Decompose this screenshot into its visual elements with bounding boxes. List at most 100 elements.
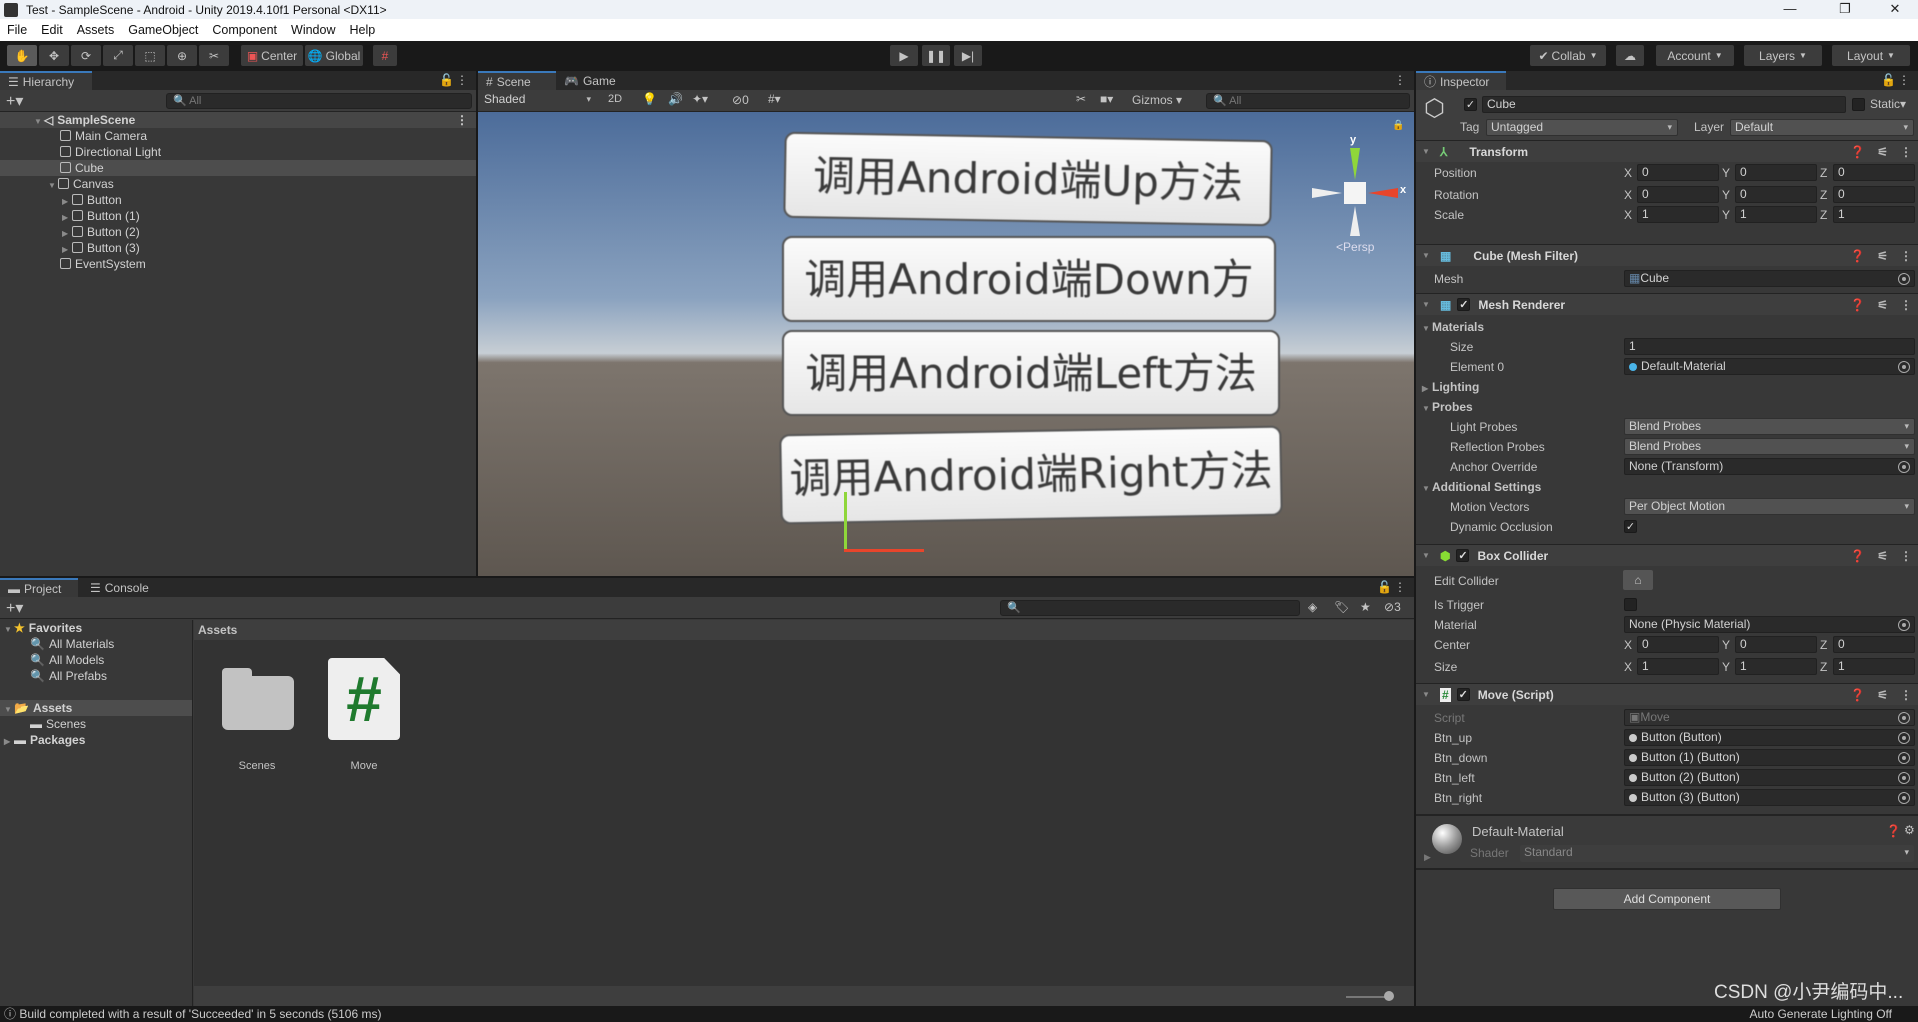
probes-foldout[interactable]: ▼ Probes bbox=[1416, 398, 1918, 416]
cloud-button[interactable]: ☁ bbox=[1616, 45, 1644, 66]
hierarchy-search-input[interactable]: 🔍 All bbox=[166, 93, 472, 109]
gizmo-neg-y-cone[interactable] bbox=[1350, 206, 1360, 236]
add-component-button[interactable]: Add Component bbox=[1553, 888, 1781, 910]
lock-icon[interactable]: 🔓 bbox=[439, 73, 454, 87]
expand-triangle-icon[interactable]: ▼ bbox=[1422, 251, 1432, 260]
hierarchy-scene-row[interactable]: ▼ ◁ SampleScene ⋮ bbox=[0, 112, 476, 128]
shading-mode-dropdown[interactable]: Shaded bbox=[480, 92, 596, 109]
menu-assets[interactable]: Assets bbox=[70, 23, 122, 37]
play-button[interactable]: ▶ bbox=[890, 45, 918, 66]
auto-lighting-status[interactable]: Auto Generate Lighting Off bbox=[1749, 1006, 1892, 1022]
expand-triangle-icon[interactable]: ▼ bbox=[1422, 480, 1432, 498]
size-x-input[interactable]: 1 bbox=[1637, 658, 1719, 675]
pause-button[interactable]: ❚❚ bbox=[922, 45, 950, 66]
reflection-probes-dropdown[interactable]: Blend Probes bbox=[1624, 438, 1915, 455]
assets-row[interactable]: ▼ 📂 Assets bbox=[0, 700, 192, 716]
audio-toggle-icon[interactable]: 🔊 bbox=[668, 92, 683, 106]
ui-button-down[interactable]: 调用Android端Down方法 bbox=[782, 236, 1276, 388]
menu-component[interactable]: Component bbox=[205, 23, 284, 37]
object-picker-icon[interactable] bbox=[1898, 792, 1910, 804]
position-x-input[interactable]: 0 bbox=[1637, 164, 1719, 181]
hand-tool-button[interactable]: ✋ bbox=[7, 45, 37, 66]
gizmo-x-axis[interactable] bbox=[844, 549, 924, 552]
filter-by-label-icon[interactable]: 🏷 bbox=[1334, 600, 1349, 614]
rotation-y-input[interactable]: 0 bbox=[1735, 186, 1817, 203]
lighting-foldout[interactable]: ▶ Lighting bbox=[1416, 378, 1918, 396]
grid-toggle-icon[interactable]: #▾ bbox=[768, 92, 781, 106]
presets-icon[interactable]: ⚟ bbox=[1877, 688, 1888, 702]
collab-dropdown[interactable]: ✔ Collab ▼ bbox=[1530, 45, 1606, 66]
tab-game[interactable]: 🎮 Game bbox=[556, 71, 630, 90]
scale-tool-button[interactable]: ⤢ bbox=[103, 45, 133, 66]
tools-icon[interactable]: ✂ bbox=[1076, 92, 1086, 106]
transform-tool-button[interactable]: ⊕ bbox=[167, 45, 197, 66]
position-z-input[interactable]: 0 bbox=[1833, 164, 1915, 181]
expand-triangle-icon[interactable]: ▼ bbox=[1422, 551, 1432, 560]
ui-button-right[interactable]: 调用Android端Right方法 bbox=[779, 425, 1283, 525]
help-icon[interactable]: ❓ bbox=[1850, 688, 1865, 702]
hierarchy-item[interactable]: ▶ Button (1) bbox=[0, 208, 476, 224]
account-dropdown[interactable]: Account ▼ bbox=[1656, 45, 1734, 66]
more-icon[interactable]: ⋮ bbox=[1394, 580, 1406, 594]
layer-dropdown[interactable]: Default bbox=[1730, 119, 1914, 136]
rotation-x-input[interactable]: 0 bbox=[1637, 186, 1719, 203]
hierarchy-item[interactable]: ▶ Button bbox=[0, 192, 476, 208]
element0-object-field[interactable]: Default-Material bbox=[1624, 358, 1915, 375]
center-y-input[interactable]: 0 bbox=[1735, 636, 1817, 653]
hierarchy-item[interactable]: EventSystem bbox=[0, 256, 476, 272]
edit-collider-button[interactable]: ⌂ bbox=[1623, 570, 1653, 590]
custom-tool-button[interactable]: ✂ bbox=[199, 45, 229, 66]
additional-settings-foldout[interactable]: ▼ Additional Settings bbox=[1416, 478, 1918, 496]
menu-edit[interactable]: Edit bbox=[34, 23, 70, 37]
size-z-input[interactable]: 1 bbox=[1833, 658, 1915, 675]
enabled-checkbox[interactable]: ✓ bbox=[1457, 298, 1471, 311]
orientation-gizmo[interactable] bbox=[1344, 182, 1366, 204]
tab-scene[interactable]: # Scene bbox=[478, 71, 556, 90]
object-picker-icon[interactable] bbox=[1898, 752, 1910, 764]
object-picker-icon[interactable] bbox=[1898, 361, 1910, 373]
tab-hierarchy[interactable]: ☰ Hierarchy bbox=[0, 71, 92, 90]
more-icon[interactable]: ⋮ bbox=[1900, 688, 1912, 702]
camera-dropdown-icon[interactable]: ■▾ bbox=[1100, 92, 1113, 106]
box-collider-header[interactable]: ▼ ⬢ ✓ Box Collider ❓ ⚟ ⋮ bbox=[1416, 544, 1918, 566]
more-icon[interactable]: ⋮ bbox=[1900, 249, 1912, 263]
expand-triangle-icon[interactable]: ▼ bbox=[1422, 690, 1432, 699]
close-button[interactable]: ✕ bbox=[1875, 0, 1915, 19]
2d-toggle[interactable]: 2D bbox=[608, 93, 622, 105]
gizmo-x-cone[interactable] bbox=[1368, 188, 1398, 198]
anchor-override-field[interactable]: None (Transform) bbox=[1624, 458, 1915, 475]
lock-icon[interactable]: 🔒 bbox=[1392, 120, 1404, 131]
create-plus-button[interactable]: +▾ bbox=[6, 91, 23, 111]
gizmos-dropdown[interactable]: Gizmos ▾ bbox=[1132, 93, 1182, 107]
step-button[interactable]: ▶| bbox=[954, 45, 982, 66]
scale-y-input[interactable]: 1 bbox=[1735, 206, 1817, 223]
gizmo-neg-x-cone[interactable] bbox=[1312, 188, 1342, 198]
ui-button-left[interactable]: 调用Android端Left方法 bbox=[782, 330, 1280, 416]
gizmo-y-cone[interactable] bbox=[1350, 148, 1360, 180]
presets-icon[interactable]: ⚟ bbox=[1877, 145, 1888, 159]
hierarchy-item[interactable]: ▼ Canvas bbox=[0, 176, 476, 192]
btn-left-field[interactable]: Button (2) (Button) bbox=[1624, 769, 1915, 786]
scene-viewport[interactable]: 调用Android端Up方法 调用Android端Down方法 调用Androi… bbox=[478, 112, 1414, 576]
scale-x-input[interactable]: 1 bbox=[1637, 206, 1719, 223]
more-icon[interactable]: ⋮ bbox=[1900, 145, 1912, 159]
dynamic-occlusion-checkbox[interactable]: ✓ bbox=[1624, 520, 1637, 533]
enabled-checkbox[interactable]: ✓ bbox=[1456, 549, 1470, 562]
object-picker-icon[interactable] bbox=[1898, 461, 1910, 473]
position-y-input[interactable]: 0 bbox=[1735, 164, 1817, 181]
menu-window[interactable]: Window bbox=[284, 23, 342, 37]
move-script-header[interactable]: ▼ # ✓ Move (Script) ❓ ⚟ ⋮ bbox=[1416, 683, 1918, 705]
rotation-z-input[interactable]: 0 bbox=[1833, 186, 1915, 203]
more-icon[interactable]: ⋮ bbox=[1900, 549, 1912, 563]
settings-gear-icon[interactable]: ⚙ bbox=[1904, 823, 1915, 837]
snap-button[interactable]: # bbox=[373, 45, 397, 66]
create-plus-button[interactable]: +▾ bbox=[6, 598, 23, 618]
collapse-triangle-icon[interactable]: ▶ bbox=[1422, 380, 1432, 398]
object-name-input[interactable]: Cube bbox=[1482, 96, 1846, 113]
expand-triangle-icon[interactable]: ▼ bbox=[1422, 320, 1432, 338]
help-icon[interactable]: ❓ bbox=[1850, 249, 1865, 263]
help-icon[interactable]: ❓ bbox=[1886, 824, 1901, 838]
presets-icon[interactable]: ⚟ bbox=[1877, 298, 1888, 312]
pivot-global-button[interactable]: 🌐 Global bbox=[305, 45, 363, 66]
motion-vectors-dropdown[interactable]: Per Object Motion bbox=[1624, 498, 1915, 515]
